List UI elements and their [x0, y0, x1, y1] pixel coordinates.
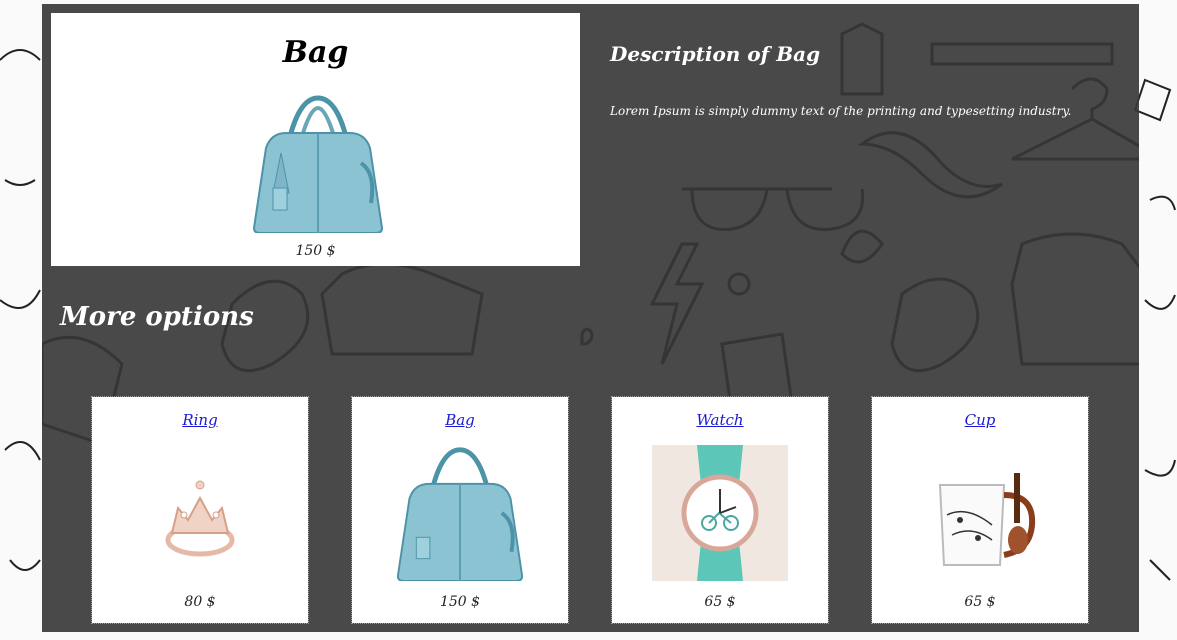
options-list: Ring 80 $ Bag 150 $ Watch 65 $ Cup 65 $	[91, 396, 1092, 627]
option-card-watch[interactable]: Watch 65 $	[611, 396, 829, 624]
product-title: Bag	[282, 35, 349, 70]
product-price: 150 $	[295, 243, 336, 259]
option-price-bag: 150 $	[439, 594, 481, 610]
option-price-watch: 65 $	[704, 594, 736, 610]
description-title: Description of Bag	[610, 42, 821, 66]
handbag-icon	[251, 93, 385, 234]
description-text: Lorem Ipsum is simply dummy text of the …	[610, 104, 1072, 118]
option-link-cup[interactable]: Cup	[872, 411, 1088, 429]
option-card-ring[interactable]: Ring 80 $	[91, 396, 309, 624]
ring-icon	[132, 445, 268, 581]
option-link-watch[interactable]: Watch	[612, 411, 828, 429]
watch-icon	[652, 445, 788, 581]
option-price-cup: 65 $	[964, 594, 996, 610]
main-panel: Bag 150 $ Description of Bag Lorem Ipsum…	[42, 4, 1139, 632]
option-price-ring: 80 $	[184, 594, 216, 610]
option-link-ring[interactable]: Ring	[92, 411, 308, 429]
more-options-title: More options	[60, 302, 254, 332]
option-link-bag[interactable]: Bag	[352, 411, 568, 429]
cup-icon	[912, 445, 1048, 581]
option-card-bag[interactable]: Bag 150 $	[351, 396, 569, 624]
option-card-cup[interactable]: Cup 65 $	[871, 396, 1089, 624]
handbag-icon	[392, 445, 528, 582]
product-card: Bag 150 $	[51, 13, 580, 266]
